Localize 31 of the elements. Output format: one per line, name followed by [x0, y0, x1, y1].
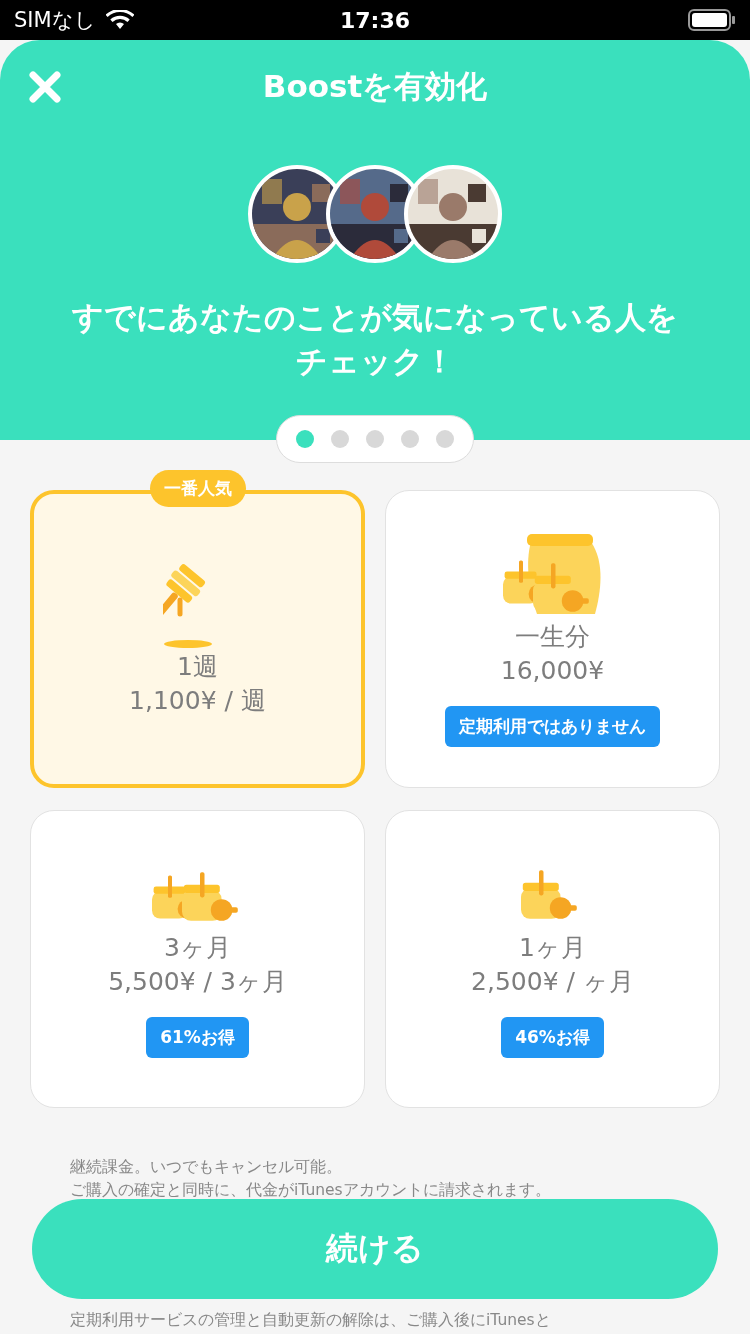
plan-title: 一生分: [515, 620, 590, 653]
page-dot[interactable]: [366, 430, 384, 448]
discount-label: 46%お得: [501, 1016, 604, 1058]
status-time: 17:36: [340, 7, 410, 33]
carrier-label: SIMなし: [14, 7, 96, 34]
popular-badge: 一番人気: [149, 470, 246, 507]
plan-price: 2,500¥ / ヶ月: [471, 965, 634, 998]
plan-card[interactable]: 1ヶ月 2,500¥ / ヶ月 46%お得: [385, 810, 720, 1108]
plan-price: 5,500¥ / 3ヶ月: [108, 965, 287, 998]
screen-title: Boostを有効化: [261, 67, 489, 106]
plan-card[interactable]: 一生分 16,000¥ 定期利用ではありません: [385, 490, 720, 788]
note-text: 継続課金。いつでもキャンセル可能。: [70, 1157, 343, 1178]
plan-title: 1週: [177, 651, 218, 683]
plan-title: 3ヶ月: [164, 931, 231, 964]
page-dot[interactable]: [331, 430, 349, 448]
page-dot[interactable]: [296, 430, 314, 448]
plan-price: 16,000¥: [500, 654, 605, 687]
battery-icon: [688, 9, 736, 31]
discount-label: 61%お得: [146, 1016, 249, 1058]
plan-title: 1ヶ月: [519, 931, 586, 964]
page-dot[interactable]: [436, 430, 454, 448]
close-icon[interactable]: [28, 70, 62, 104]
headline-text: すでにあなたのことが気になっている人をチェック！: [71, 298, 679, 381]
page-dot[interactable]: [401, 430, 419, 448]
discount-label: 定期利用ではありません: [445, 705, 660, 747]
page-indicator[interactable]: [276, 415, 474, 463]
wifi-icon: [105, 10, 134, 30]
note-text: 定期利用サービスの管理と自動更新の解除は、ご購入後にiTunesと: [70, 1310, 552, 1331]
plan-card[interactable]: 3ヶ月 5,500¥ / 3ヶ月 61%お得: [30, 810, 365, 1108]
plan-price: 1,100¥ / 週: [129, 685, 266, 717]
note-text: ご購入の確定と同時に、代金がiTunesアカウントに請求されます。: [70, 1180, 552, 1201]
